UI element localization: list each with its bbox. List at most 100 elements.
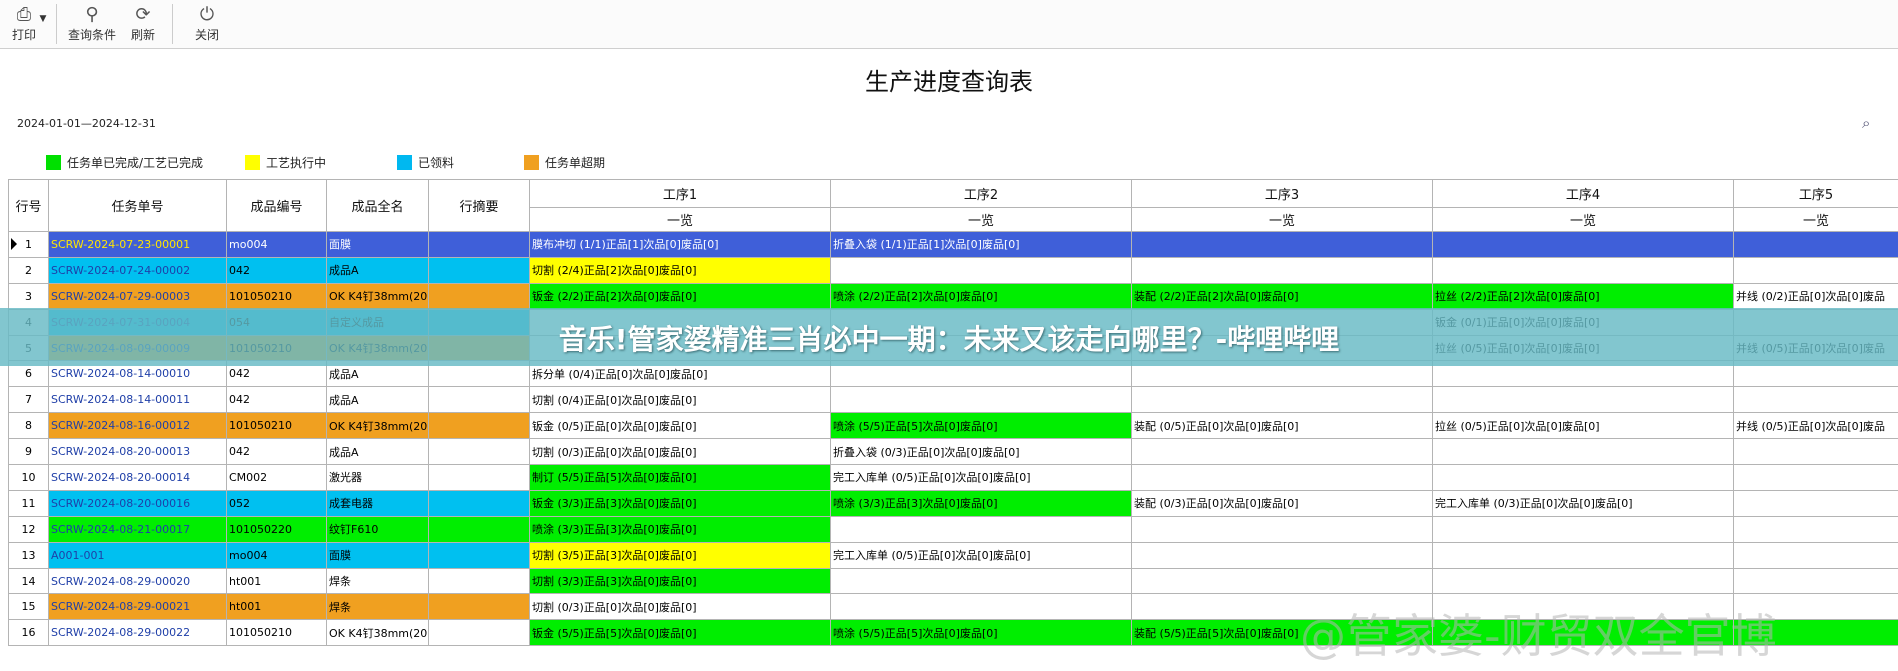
order-no-cell[interactable]: SCRW-2024-08-20-00013: [48, 438, 227, 466]
order-no-cell[interactable]: SCRW-2024-08-29-00022: [48, 619, 227, 647]
order-no-cell[interactable]: SCRW-2024-08-20-00016: [48, 489, 227, 517]
product-code-cell[interactable]: ht001: [226, 567, 327, 595]
process-cell[interactable]: [1733, 489, 1898, 517]
process-cell[interactable]: [1432, 386, 1734, 414]
product-code-cell[interactable]: 101050210: [226, 282, 327, 310]
row-number[interactable]: 11: [8, 489, 49, 517]
summary-cell[interactable]: [428, 515, 530, 543]
process-cell[interactable]: [1131, 464, 1433, 491]
process-cell[interactable]: 完工入库单 (0/5)正品[0]次品[0]废品[0]: [830, 464, 1132, 491]
process-cell[interactable]: [1432, 515, 1734, 543]
row-number[interactable]: 13: [8, 541, 49, 569]
order-no-cell[interactable]: SCRW-2024-08-14-00011: [48, 386, 227, 414]
process-cell[interactable]: [1733, 515, 1898, 543]
product-name-cell[interactable]: 成品A: [326, 256, 429, 284]
row-number[interactable]: 14: [8, 567, 49, 595]
process-cell[interactable]: [1131, 386, 1433, 414]
process-cell[interactable]: [1733, 231, 1898, 258]
process-cell[interactable]: [1733, 464, 1898, 491]
process-cell[interactable]: [1131, 256, 1433, 284]
process-cell[interactable]: 切割 (3/5)正品[3]次品[0]废品[0]: [529, 541, 831, 569]
summary-cell[interactable]: [428, 282, 530, 310]
refresh-button[interactable]: ⟳ 刷新: [126, 4, 160, 46]
process-cell[interactable]: [1733, 438, 1898, 466]
process-cell[interactable]: [1432, 438, 1734, 466]
product-name-cell[interactable]: 面膜: [326, 541, 429, 569]
product-code-cell[interactable]: 101050220: [226, 515, 327, 543]
product-code-cell[interactable]: 101050210: [226, 619, 327, 647]
product-name-cell[interactable]: OK K4钉38mm(2000: [326, 619, 429, 647]
process-cell[interactable]: [830, 386, 1132, 414]
process-cell[interactable]: 切割 (3/3)正品[3]次品[0]废品[0]: [529, 567, 831, 595]
process-cell[interactable]: [1432, 541, 1734, 569]
summary-cell[interactable]: [428, 438, 530, 466]
process-cell[interactable]: [1733, 256, 1898, 284]
process-cell[interactable]: [1131, 515, 1433, 543]
header-product-name[interactable]: 成品全名: [326, 179, 429, 232]
order-no-cell[interactable]: A001-001: [48, 541, 227, 569]
process-cell[interactable]: 拉丝 (0/5)正品[0]次品[0]废品[0]: [1432, 412, 1734, 440]
row-number[interactable]: 3: [8, 282, 49, 310]
zoom-icon[interactable]: ⌕: [1862, 114, 1870, 132]
process-cell[interactable]: 折叠入袋 (0/3)正品[0]次品[0]废品[0]: [830, 438, 1132, 466]
process-cell[interactable]: [1432, 567, 1734, 595]
process-cell[interactable]: 装配 (0/3)正品[0]次品[0]废品[0]: [1131, 489, 1433, 517]
summary-cell[interactable]: [428, 489, 530, 517]
order-no-cell[interactable]: SCRW-2024-08-29-00021: [48, 593, 227, 621]
table-row[interactable]: 9 SCRW-2024-08-20-00013 042 成品A 切割 (0/3)正品[0…: [8, 438, 1898, 466]
order-no-cell[interactable]: SCRW-2024-08-16-00012: [48, 412, 227, 440]
table-row[interactable]: 14 SCRW-2024-08-29-00020 ht001 焊条 切割 (3/3)正品…: [8, 567, 1898, 595]
product-code-cell[interactable]: 052: [226, 489, 327, 517]
process-cell[interactable]: 钣金 (5/5)正品[5]次品[0]废品[0]: [529, 619, 831, 647]
process-cell[interactable]: 切割 (0/4)正品[0]次品[0]废品[0]: [529, 386, 831, 414]
process-cell[interactable]: [1432, 256, 1734, 284]
table-row[interactable]: 8 SCRW-2024-08-16-00012 101050210 OK K4钉38m…: [8, 412, 1898, 440]
process-cell[interactable]: 喷涂 (3/3)正品[3]次品[0]废品[0]: [529, 515, 831, 543]
process-cell[interactable]: 喷涂 (5/5)正品[5]次品[0]废品[0]: [830, 412, 1132, 440]
header-process-5[interactable]: 工序5: [1733, 179, 1898, 208]
header-process-2[interactable]: 工序2: [830, 179, 1132, 208]
order-no-cell[interactable]: SCRW-2024-07-29-00003: [48, 282, 227, 310]
row-number[interactable]: 16: [8, 619, 49, 647]
row-number[interactable]: 15: [8, 593, 49, 621]
order-no-cell[interactable]: SCRW-2024-08-20-00014: [48, 464, 227, 491]
process-cell[interactable]: [1432, 464, 1734, 491]
process-cell[interactable]: 喷涂 (3/3)正品[3]次品[0]废品[0]: [830, 489, 1132, 517]
process-cell[interactable]: 切割 (0/3)正品[0]次品[0]废品[0]: [529, 593, 831, 621]
header-process-3[interactable]: 工序3: [1131, 179, 1433, 208]
process-cell[interactable]: [1131, 231, 1433, 258]
process-cell[interactable]: 切割 (0/3)正品[0]次品[0]废品[0]: [529, 438, 831, 466]
order-no-cell[interactable]: SCRW-2024-08-29-00020: [48, 567, 227, 595]
process-cell[interactable]: 完工入库单 (0/5)正品[0]次品[0]废品[0]: [830, 541, 1132, 569]
process-cell[interactable]: [1131, 541, 1433, 569]
product-name-cell[interactable]: OK K4钉38mm(2000: [326, 282, 429, 310]
summary-cell[interactable]: [428, 619, 530, 647]
row-number[interactable]: 7: [8, 386, 49, 414]
row-number[interactable]: 8: [8, 412, 49, 440]
product-code-cell[interactable]: CM002: [226, 464, 327, 491]
process-cell[interactable]: 钣金 (0/5)正品[0]次品[0]废品[0]: [529, 412, 831, 440]
product-name-cell[interactable]: 焊条: [326, 593, 429, 621]
process-cell[interactable]: 喷涂 (5/5)正品[5]次品[0]废品[0]: [830, 619, 1132, 647]
table-row[interactable]: 10 SCRW-2024-08-20-00014 CM002 激光器 制订 (5/5)正…: [8, 464, 1898, 491]
row-number[interactable]: 1: [8, 231, 49, 258]
summary-cell[interactable]: [428, 464, 530, 491]
product-name-cell[interactable]: OK K4钉38mm(2000: [326, 412, 429, 440]
table-row[interactable]: 11 SCRW-2024-08-20-00016 052 成套电器 钣金 (3/3)正品…: [8, 489, 1898, 517]
product-name-cell[interactable]: 焊条: [326, 567, 429, 595]
summary-cell[interactable]: [428, 231, 530, 258]
close-button[interactable]: ⏻ 关闭: [190, 4, 224, 46]
process-cell[interactable]: 喷涂 (2/2)正品[2]次品[0]废品[0]: [830, 282, 1132, 310]
table-row[interactable]: 1 SCRW-2024-07-23-00001 mo004 面膜 膜布冲切 (1/1)正…: [8, 231, 1898, 258]
header-process-1[interactable]: 工序1: [529, 179, 831, 208]
product-name-cell[interactable]: 成品A: [326, 386, 429, 414]
summary-cell[interactable]: [428, 593, 530, 621]
table-row[interactable]: 13 A001-001 mo004 面膜 切割 (3/5)正品[3]次品[0]废品[0]…: [8, 541, 1898, 569]
order-no-cell[interactable]: SCRW-2024-07-23-00001: [48, 231, 227, 258]
process-cell[interactable]: 完工入库单 (0/3)正品[0]次品[0]废品[0]: [1432, 489, 1734, 517]
header-process-4[interactable]: 工序4: [1432, 179, 1734, 208]
header-product-code[interactable]: 成品编号: [226, 179, 327, 232]
process-cell[interactable]: 折叠入袋 (1/1)正品[1]次品[0]废品[0]: [830, 231, 1132, 258]
table-row[interactable]: 2 SCRW-2024-07-24-00002 042 成品A 切割 (2/4)正品[2…: [8, 256, 1898, 284]
process-cell[interactable]: [830, 593, 1132, 621]
